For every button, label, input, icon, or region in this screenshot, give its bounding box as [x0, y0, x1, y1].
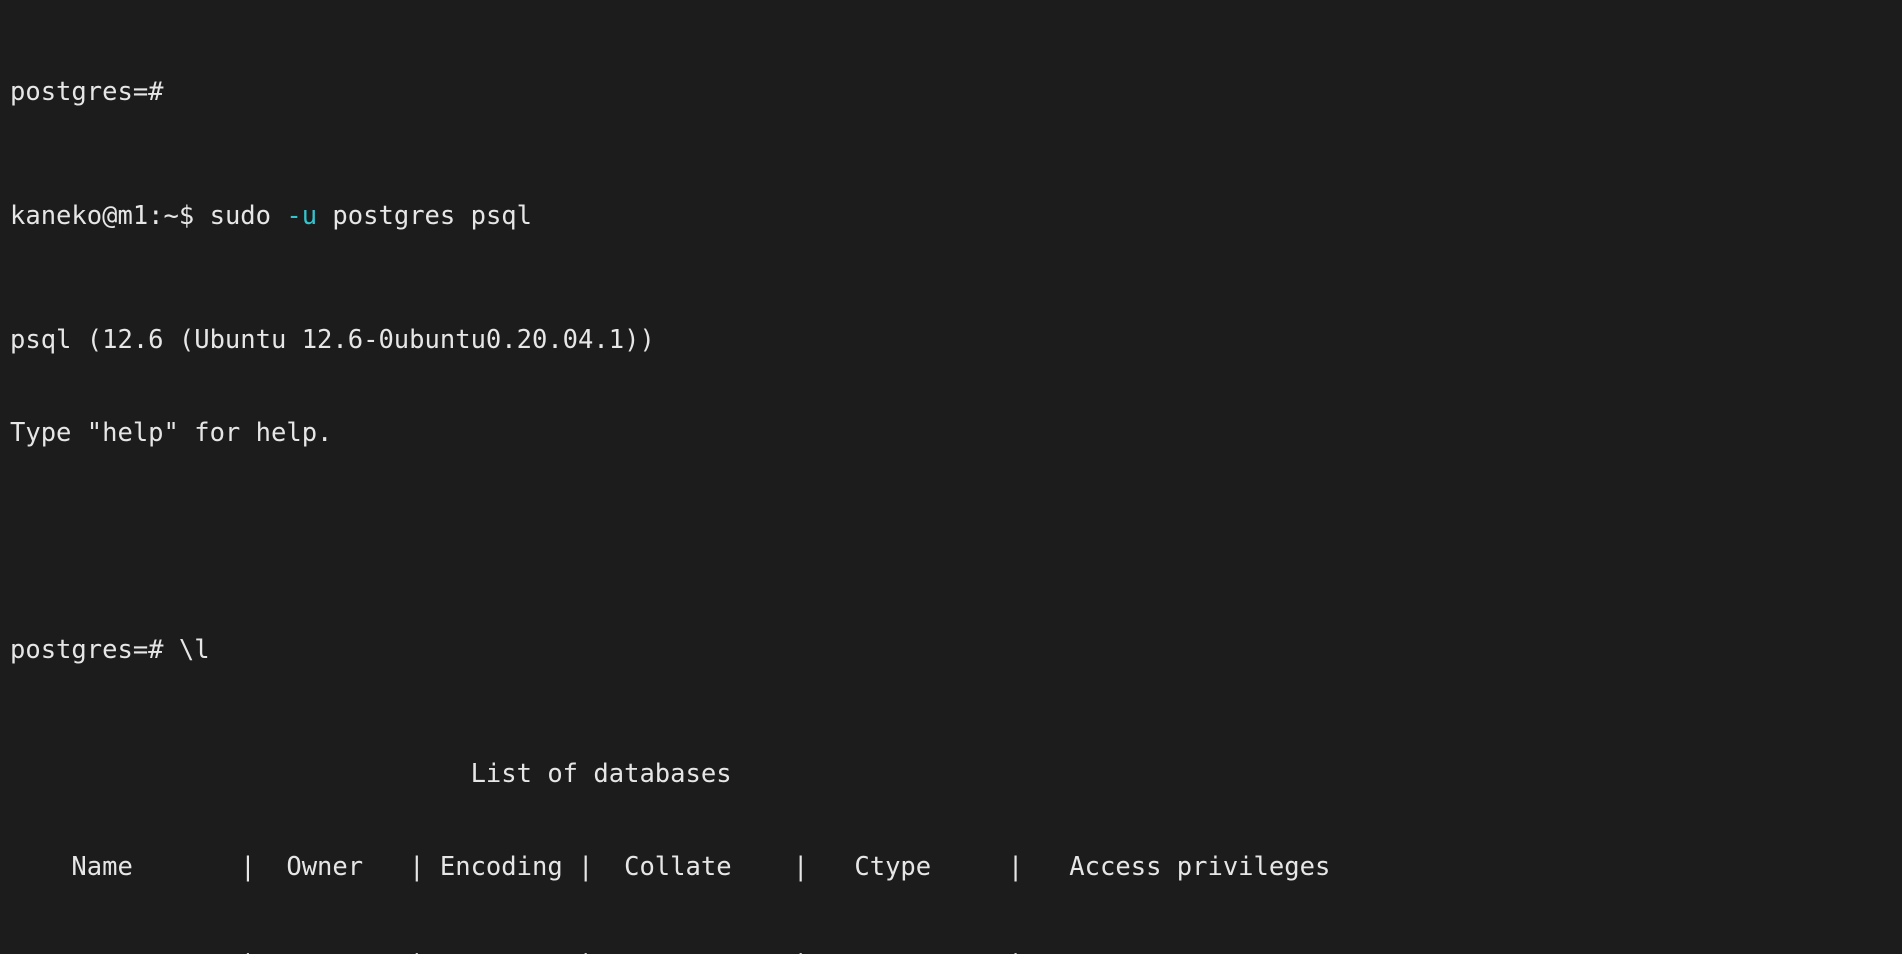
psql-version-banner: psql (12.6 (Ubuntu 12.6-0ubuntu0.20.04.1… [10, 325, 655, 355]
command-line-list-databases: postgres=# \l [10, 635, 1515, 666]
psql-prompt: postgres=# [10, 635, 179, 665]
scrollback-clipped-line: postgres=# [10, 77, 1515, 108]
databases-table-caption: List of databases [10, 759, 732, 789]
scrollback-text: postgres=# [10, 77, 164, 107]
command-args: postgres psql [317, 201, 533, 231]
terminal-window[interactable]: postgres=# kaneko@m1:~$ sudo -u postgres… [0, 0, 1902, 954]
backslash-l-command: \l [178, 635, 210, 665]
databases-table-separator: ---------------+----------+----------+--… [10, 945, 1515, 954]
command-name: sudo [209, 201, 287, 231]
psql-help-banner: Type "help" for help. [10, 418, 333, 448]
terminal-screen[interactable]: postgres=# kaneko@m1:~$ sudo -u postgres… [10, 0, 1515, 954]
command-flag-u: -u [286, 201, 318, 231]
databases-table-header: Name | Owner | Encoding | Collate | Ctyp… [10, 852, 1331, 882]
shell-prompt: kaneko@m1:~$ [10, 201, 210, 231]
command-line-sudo-psql: kaneko@m1:~$ sudo -u postgres psql [10, 201, 1515, 232]
